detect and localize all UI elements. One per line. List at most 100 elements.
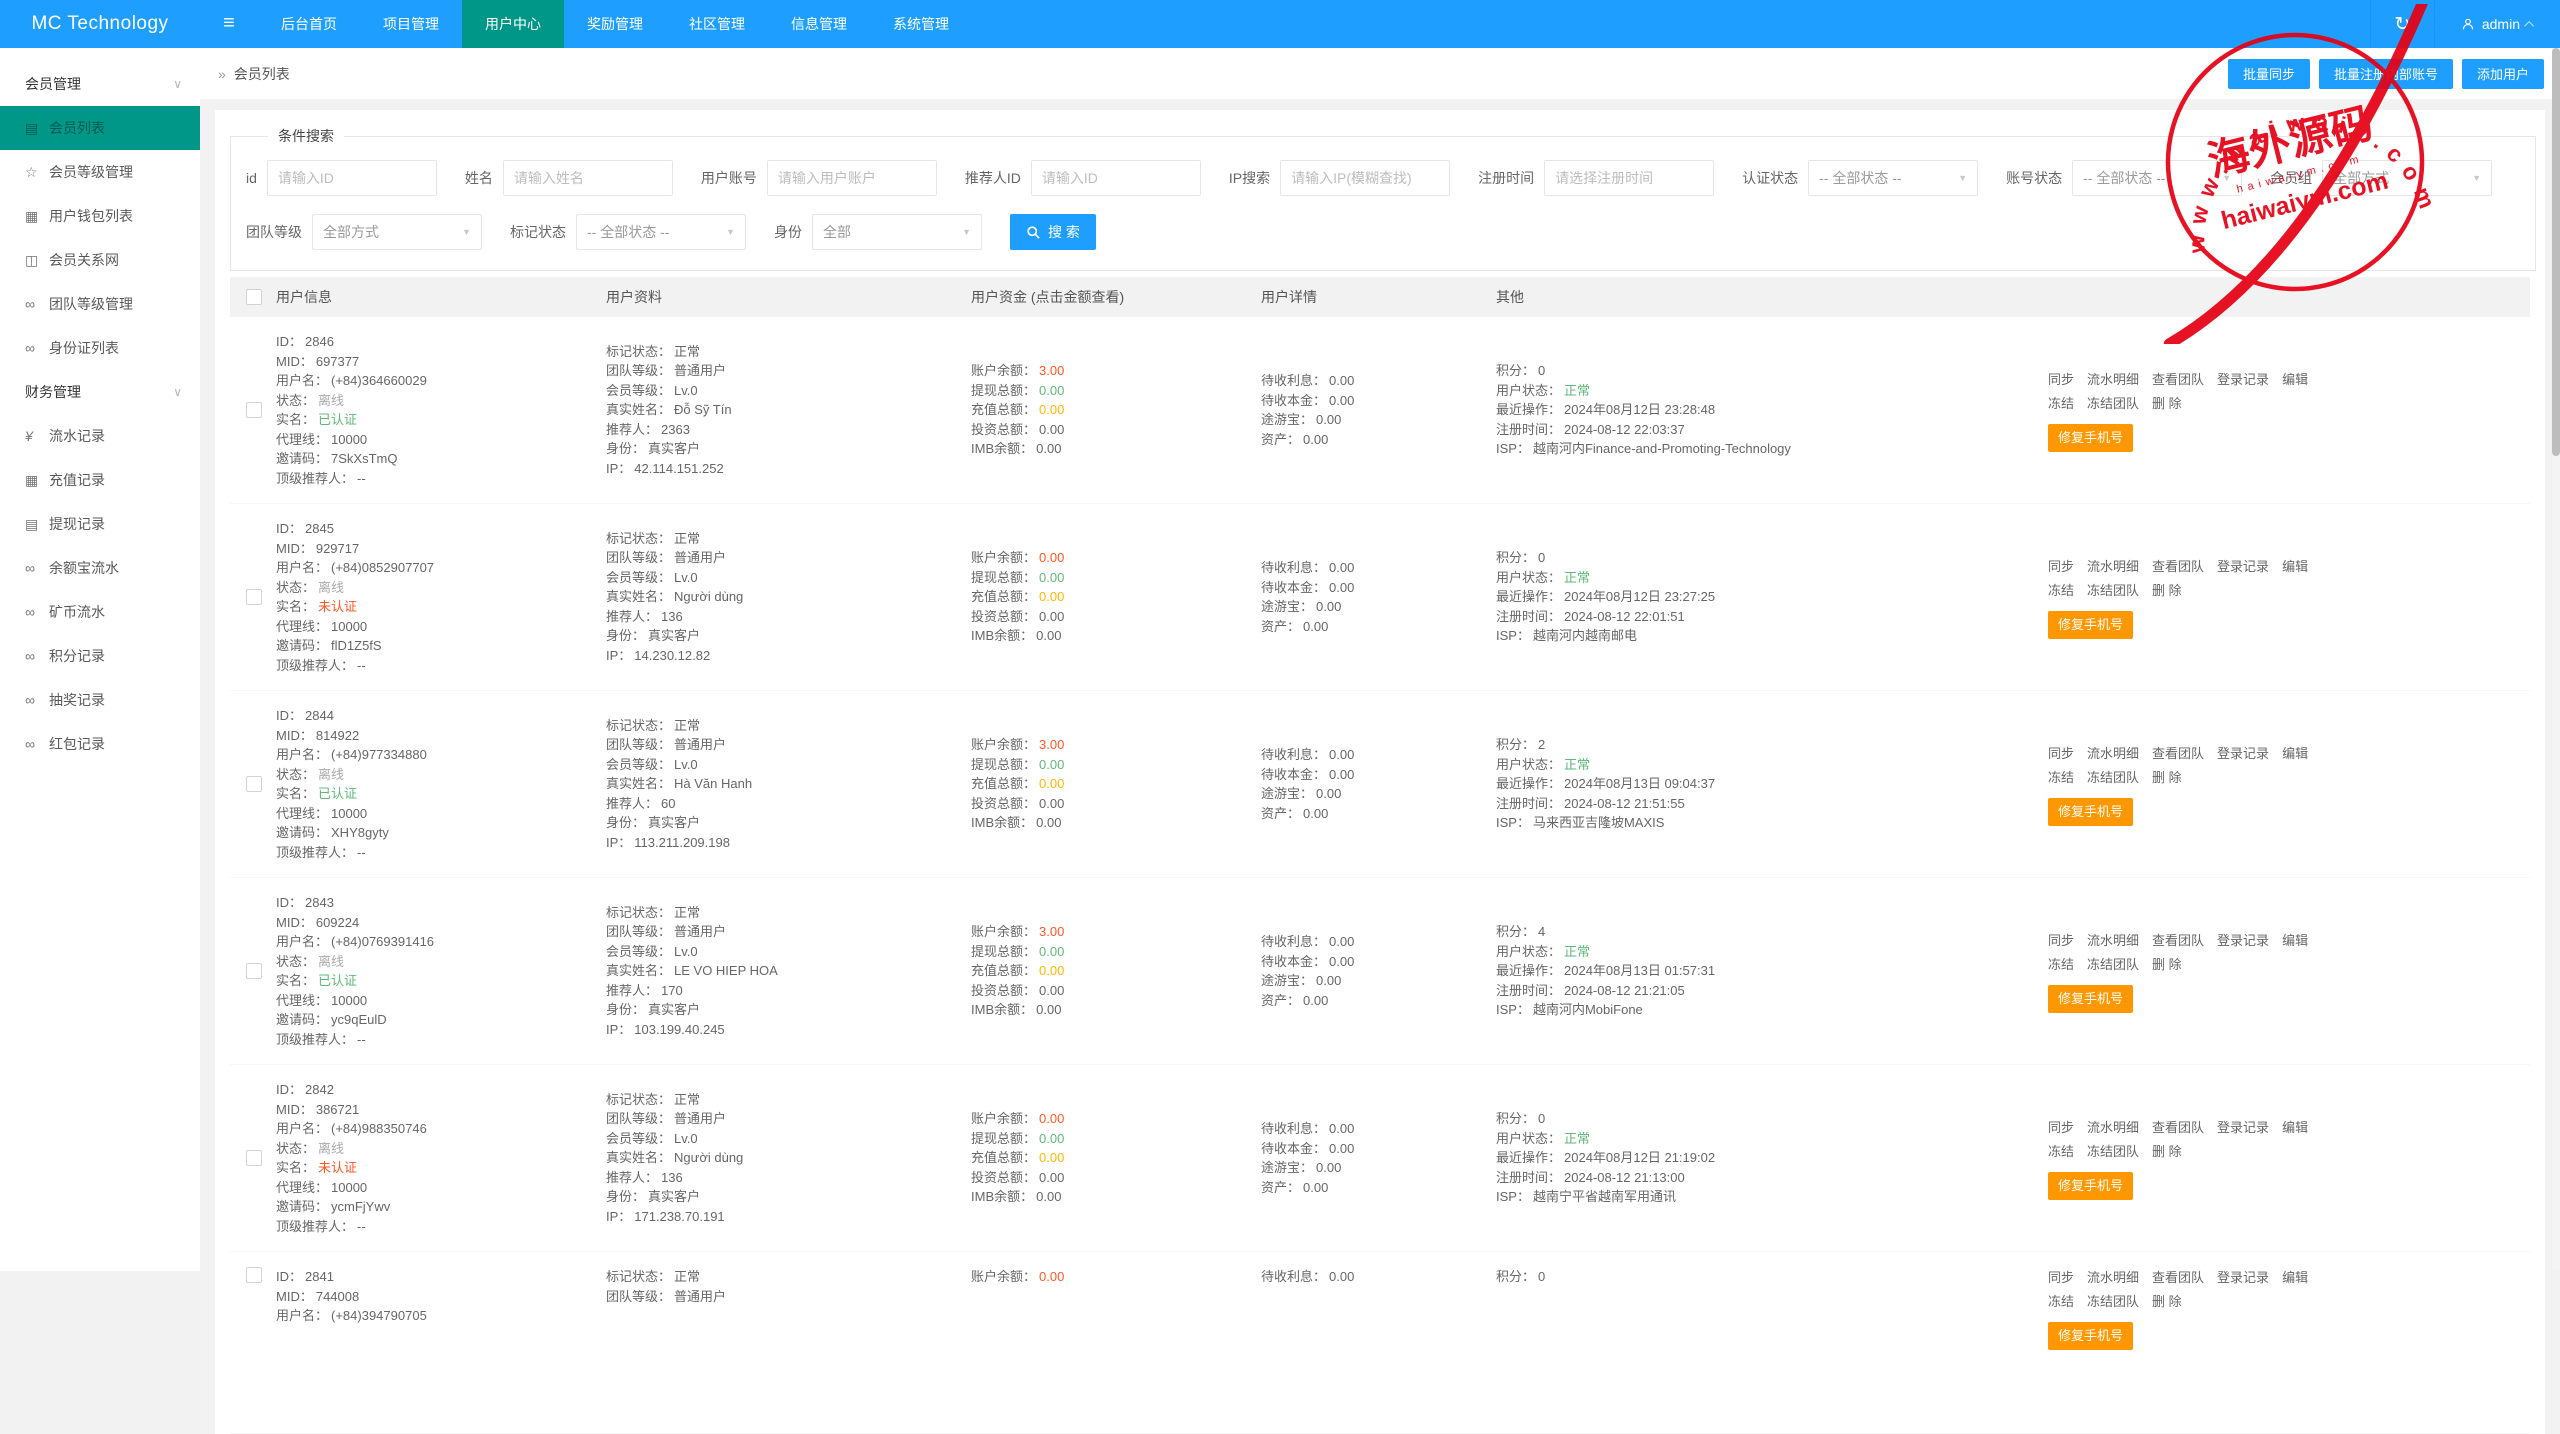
freeze-link[interactable]: 冻结 (2048, 770, 2074, 785)
login-record-link[interactable]: 登录记录 (2217, 746, 2269, 761)
sidebar-item-红包记录[interactable]: ∞红包记录 (0, 722, 200, 766)
sidebar-item-身份证列表[interactable]: ∞身份证列表 (0, 326, 200, 370)
sidebar-group-财务管理[interactable]: 财务管理∨ (0, 370, 200, 414)
brand-logo[interactable]: MC Technology (0, 0, 200, 48)
fix-phone-button[interactable]: 修复手机号 (2048, 611, 2133, 639)
sidebar-item-会员关系网[interactable]: ◫会员关系网 (0, 238, 200, 282)
nav-item-信息管理[interactable]: 信息管理 (768, 0, 870, 48)
flow-detail-link[interactable]: 流水明细 (2087, 559, 2139, 574)
auth-status-select[interactable]: -- 全部状态 --▼ (1808, 160, 1978, 196)
add-user-button[interactable]: 添加用户 (2462, 59, 2544, 89)
freeze-team-link[interactable]: 冻结团队 (2087, 1144, 2139, 1159)
freeze-link[interactable]: 冻结 (2048, 1144, 2074, 1159)
flow-detail-link[interactable]: 流水明细 (2087, 372, 2139, 387)
row-checkbox[interactable] (246, 1267, 262, 1283)
sidebar-item-充值记录[interactable]: ▦充值记录 (0, 458, 200, 502)
vertical-scrollbar[interactable] (2552, 48, 2560, 1271)
freeze-team-link[interactable]: 冻结团队 (2087, 396, 2139, 411)
sync-link[interactable]: 同步 (2048, 1270, 2074, 1285)
delete-link[interactable]: 删 除 (2152, 957, 2182, 972)
edit-link[interactable]: 编辑 (2282, 559, 2308, 574)
batch-sync-button[interactable]: 批量同步 (2228, 59, 2310, 89)
flow-detail-link[interactable]: 流水明细 (2087, 933, 2139, 948)
login-record-link[interactable]: 登录记录 (2217, 1270, 2269, 1285)
nav-item-后台首页[interactable]: 后台首页 (258, 0, 360, 48)
freeze-link[interactable]: 冻结 (2048, 583, 2074, 598)
view-team-link[interactable]: 查看团队 (2152, 933, 2204, 948)
edit-link[interactable]: 编辑 (2282, 372, 2308, 387)
fix-phone-button[interactable]: 修复手机号 (2048, 424, 2133, 452)
sidebar-item-用户钱包列表[interactable]: ▦用户钱包列表 (0, 194, 200, 238)
sync-link[interactable]: 同步 (2048, 372, 2074, 387)
sidebar-item-抽奖记录[interactable]: ∞抽奖记录 (0, 678, 200, 722)
batch-register-internal-button[interactable]: 批量注册内部账号 (2319, 59, 2453, 89)
edit-link[interactable]: 编辑 (2282, 1270, 2308, 1285)
view-team-link[interactable]: 查看团队 (2152, 372, 2204, 387)
row-checkbox[interactable] (246, 589, 262, 605)
name-input[interactable] (503, 160, 673, 196)
edit-link[interactable]: 编辑 (2282, 1120, 2308, 1135)
freeze-team-link[interactable]: 冻结团队 (2087, 583, 2139, 598)
fix-phone-button[interactable]: 修复手机号 (2048, 985, 2133, 1013)
delete-link[interactable]: 删 除 (2152, 396, 2182, 411)
freeze-link[interactable]: 冻结 (2048, 1294, 2074, 1309)
view-team-link[interactable]: 查看团队 (2152, 746, 2204, 761)
sidebar-item-流水记录[interactable]: ¥流水记录 (0, 414, 200, 458)
view-team-link[interactable]: 查看团队 (2152, 1120, 2204, 1135)
fix-phone-button[interactable]: 修复手机号 (2048, 798, 2133, 826)
fix-phone-button[interactable]: 修复手机号 (2048, 1172, 2133, 1200)
row-checkbox[interactable] (246, 402, 262, 418)
account-input[interactable] (767, 160, 937, 196)
sidebar-item-团队等级管理[interactable]: ∞团队等级管理 (0, 282, 200, 326)
refresh-icon[interactable]: ↻ (2370, 0, 2434, 48)
nav-item-用户中心[interactable]: 用户中心 (462, 0, 564, 48)
freeze-link[interactable]: 冻结 (2048, 396, 2074, 411)
flow-detail-link[interactable]: 流水明细 (2087, 1270, 2139, 1285)
sidebar-item-会员等级管理[interactable]: ☆会员等级管理 (0, 150, 200, 194)
member-group-select[interactable]: 全部方式▼ (2322, 160, 2492, 196)
delete-link[interactable]: 删 除 (2152, 1294, 2182, 1309)
delete-link[interactable]: 删 除 (2152, 770, 2182, 785)
freeze-team-link[interactable]: 冻结团队 (2087, 957, 2139, 972)
sidebar-item-提现记录[interactable]: ▤提现记录 (0, 502, 200, 546)
flow-detail-link[interactable]: 流水明细 (2087, 746, 2139, 761)
delete-link[interactable]: 删 除 (2152, 1144, 2182, 1159)
user-menu[interactable]: admin (2434, 0, 2560, 48)
view-team-link[interactable]: 查看团队 (2152, 559, 2204, 574)
account-status-select[interactable]: -- 全部状态 --▼ (2072, 160, 2242, 196)
id-input[interactable] (267, 160, 437, 196)
menu-toggle-icon[interactable]: ≡ (200, 0, 258, 48)
flow-detail-link[interactable]: 流水明细 (2087, 1120, 2139, 1135)
sidebar-item-积分记录[interactable]: ∞积分记录 (0, 634, 200, 678)
fix-phone-button[interactable]: 修复手机号 (2048, 1322, 2133, 1350)
row-checkbox[interactable] (246, 1150, 262, 1166)
freeze-team-link[interactable]: 冻结团队 (2087, 1294, 2139, 1309)
identity-select[interactable]: 全部▼ (812, 214, 982, 250)
delete-link[interactable]: 删 除 (2152, 583, 2182, 598)
ip-input[interactable] (1280, 160, 1450, 196)
search-button[interactable]: 搜 索 (1010, 214, 1096, 250)
sync-link[interactable]: 同步 (2048, 559, 2074, 574)
nav-item-社区管理[interactable]: 社区管理 (666, 0, 768, 48)
sync-link[interactable]: 同步 (2048, 746, 2074, 761)
select-all-checkbox[interactable] (246, 289, 262, 305)
edit-link[interactable]: 编辑 (2282, 746, 2308, 761)
sync-link[interactable]: 同步 (2048, 1120, 2074, 1135)
referrer-id-input[interactable] (1031, 160, 1201, 196)
login-record-link[interactable]: 登录记录 (2217, 559, 2269, 574)
mark-status-select[interactable]: -- 全部状态 --▼ (576, 214, 746, 250)
login-record-link[interactable]: 登录记录 (2217, 372, 2269, 387)
sidebar-item-矿币流水[interactable]: ∞矿币流水 (0, 590, 200, 634)
edit-link[interactable]: 编辑 (2282, 933, 2308, 948)
login-record-link[interactable]: 登录记录 (2217, 933, 2269, 948)
sidebar-item-会员列表[interactable]: ▤会员列表 (0, 106, 200, 150)
nav-item-项目管理[interactable]: 项目管理 (360, 0, 462, 48)
sidebar-item-余额宝流水[interactable]: ∞余额宝流水 (0, 546, 200, 590)
freeze-link[interactable]: 冻结 (2048, 957, 2074, 972)
freeze-team-link[interactable]: 冻结团队 (2087, 770, 2139, 785)
login-record-link[interactable]: 登录记录 (2217, 1120, 2269, 1135)
sidebar-group-会员管理[interactable]: 会员管理∨ (0, 62, 200, 106)
team-level-select[interactable]: 全部方式▼ (312, 214, 482, 250)
nav-item-系统管理[interactable]: 系统管理 (870, 0, 972, 48)
view-team-link[interactable]: 查看团队 (2152, 1270, 2204, 1285)
